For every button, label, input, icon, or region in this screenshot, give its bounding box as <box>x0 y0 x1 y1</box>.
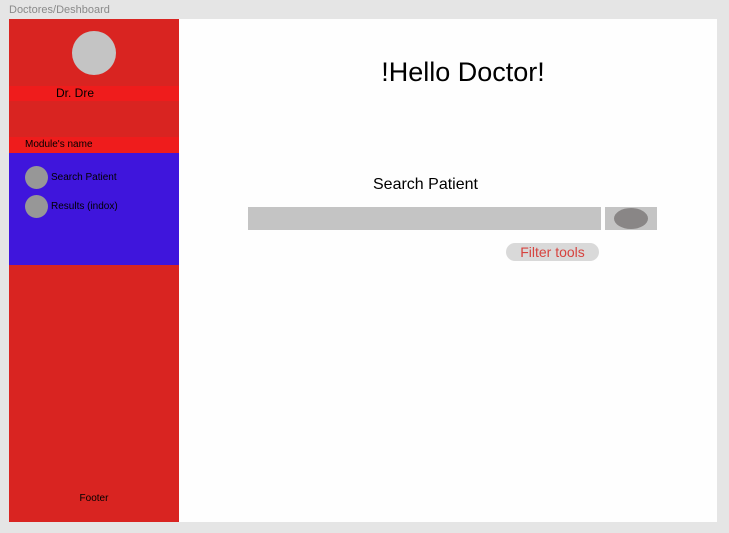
sidebar-item-results[interactable]: Results (indox) <box>25 195 175 219</box>
user-bar: Dr. Dre <box>9 86 179 101</box>
module-name: Module's name <box>25 139 93 150</box>
search-button[interactable] <box>605 207 657 230</box>
sidebar: Dr. Dre Module's name Search Patient Res… <box>9 19 179 522</box>
search-patient-icon <box>25 166 48 189</box>
frame-title: Doctores/Deshboard <box>9 4 110 16</box>
results-icon <box>25 195 48 218</box>
sidebar-item-label: Search Patient <box>51 172 117 183</box>
filter-tools-button[interactable]: Filter tools <box>506 243 599 261</box>
greeting-title: !Hello Doctor! <box>381 57 545 87</box>
module-header: Module's name <box>9 137 179 153</box>
main-content: !Hello Doctor! Search Patient Filter too… <box>179 19 717 522</box>
sidebar-menu: Search Patient Results (indox) <box>9 153 179 265</box>
sidebar-item-search-patient[interactable]: Search Patient <box>25 166 175 190</box>
search-title: Search Patient <box>373 176 478 193</box>
search-icon <box>614 208 648 229</box>
avatar[interactable] <box>72 31 116 75</box>
user-name: Dr. Dre <box>56 86 95 100</box>
sidebar-footer: Footer <box>79 493 109 504</box>
search-input[interactable] <box>248 207 601 230</box>
sidebar-item-label: Results (indox) <box>51 201 118 212</box>
